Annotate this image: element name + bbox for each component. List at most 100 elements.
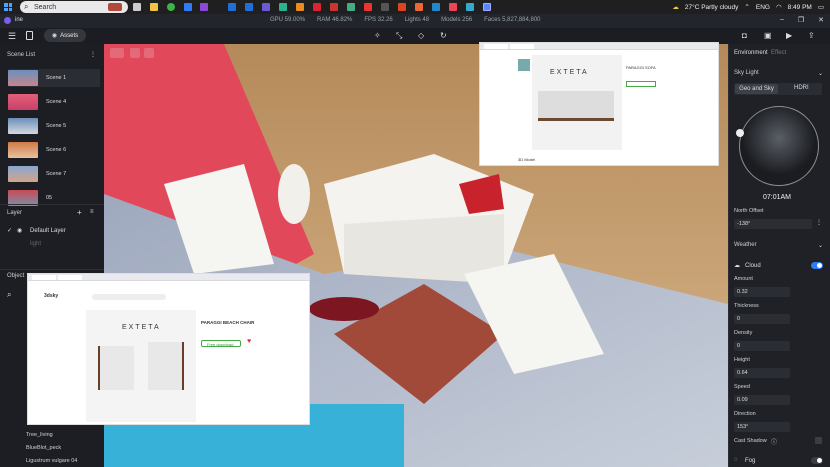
app6-icon[interactable] xyxy=(381,3,389,11)
close-icon[interactable]: ✕ xyxy=(818,16,824,24)
photoshop-icon[interactable] xyxy=(228,3,236,11)
object-item[interactable]: BlueBlot_peck xyxy=(26,445,61,451)
tab-environment[interactable]: Environment xyxy=(734,50,768,56)
site-logo[interactable]: 3dsky xyxy=(44,293,58,299)
browser-tab[interactable] xyxy=(32,274,56,280)
browser-tab[interactable] xyxy=(58,274,82,280)
video-icon[interactable]: ▶ xyxy=(786,31,792,40)
sun-handle-icon[interactable] xyxy=(736,129,744,137)
eye-icon[interactable]: ◉ xyxy=(17,227,22,234)
geo-sky-option[interactable]: Geo and Sky xyxy=(735,84,778,94)
chevron-down-icon[interactable]: ⌄ xyxy=(818,70,823,77)
default-layer[interactable]: Default Layer xyxy=(30,228,66,234)
geo-sky-toggle[interactable]: Geo and Sky HDRI xyxy=(734,83,822,95)
browser-tab[interactable] xyxy=(510,43,534,49)
app8-icon[interactable] xyxy=(415,3,423,11)
app9-icon[interactable] xyxy=(432,3,440,11)
after-effects-icon[interactable] xyxy=(262,3,270,11)
tab-effect[interactable]: Effect xyxy=(771,50,786,56)
sun-dial[interactable] xyxy=(736,106,819,186)
lang-indicator[interactable]: ENG xyxy=(756,4,770,11)
thickness-field[interactable]: 0 xyxy=(734,314,790,324)
speed-field[interactable]: 0.09 xyxy=(734,395,790,405)
illustrator-icon[interactable] xyxy=(296,3,304,11)
cast-shadow-checkbox[interactable] xyxy=(815,437,822,444)
scene-item[interactable]: Scene 5 xyxy=(8,117,100,135)
model-tab[interactable]: 3D Model xyxy=(518,157,535,162)
taskbar-search-input[interactable]: ⌕ Search xyxy=(20,1,128,13)
scene-item[interactable]: Scene 1 xyxy=(8,69,100,87)
edit-icon[interactable]: ◇ xyxy=(418,31,424,40)
app12-icon[interactable] xyxy=(483,3,491,11)
density-field[interactable]: 0 xyxy=(734,341,790,351)
assets-button[interactable]: ◉ Assets xyxy=(44,29,86,42)
screenshot-icon[interactable]: ▣ xyxy=(764,31,772,40)
divider xyxy=(0,204,104,205)
help-icon[interactable]: ⓘ xyxy=(771,437,777,446)
file-icon[interactable] xyxy=(26,31,33,40)
chrome-icon[interactable] xyxy=(167,3,175,11)
direction-field[interactable]: 153° xyxy=(734,422,790,432)
cloud-toggle[interactable] xyxy=(811,262,823,269)
app7-icon[interactable] xyxy=(398,3,406,11)
add-layer-icon[interactable]: + xyxy=(77,208,82,217)
taskview-icon[interactable] xyxy=(133,3,141,11)
hdri-option[interactable]: HDRI xyxy=(794,85,809,91)
stat-lights: Lights 48 xyxy=(404,17,430,23)
notification-icon[interactable]: ▭ xyxy=(818,3,824,11)
browser-tab[interactable] xyxy=(484,43,508,49)
weather-text: 27°C Partly cloudy xyxy=(684,3,739,11)
wifi-icon[interactable]: ◠ xyxy=(776,3,782,11)
object-item[interactable]: Ligustrum vulgare 04 xyxy=(26,458,77,464)
camera-icon[interactable]: ◘ xyxy=(742,31,747,40)
scene-item[interactable]: Scene 7 xyxy=(8,165,100,183)
export-icon[interactable]: ⇪ xyxy=(808,31,815,40)
layer-menu-icon[interactable]: ≡ xyxy=(90,209,94,215)
height-field[interactable]: 0.64 xyxy=(734,368,790,378)
north-offset-field[interactable]: -138° xyxy=(734,219,812,229)
stat-ram: RAM 46.82% xyxy=(317,17,353,23)
object-search-icon[interactable]: ⌕ xyxy=(7,290,11,300)
product-thumbnail[interactable] xyxy=(518,59,530,71)
audition-icon[interactable] xyxy=(279,3,287,11)
app5-icon[interactable] xyxy=(364,3,372,11)
fog-toggle[interactable] xyxy=(811,457,823,464)
viewport-tool-button[interactable] xyxy=(110,48,124,58)
app10-icon[interactable] xyxy=(449,3,457,11)
browser-window-bottom[interactable]: 3dsky EXTETA PARAGGI BEACH CHAIR Free do… xyxy=(27,273,310,425)
layer-sub[interactable]: light xyxy=(30,241,41,247)
heart-icon[interactable]: ♥ xyxy=(247,338,251,345)
object-item[interactable]: Tree_living xyxy=(26,432,53,438)
windows-start-icon[interactable] xyxy=(4,3,12,11)
download-button[interactable] xyxy=(626,81,656,87)
free-download-button[interactable]: Free download xyxy=(201,340,241,347)
app3-icon[interactable] xyxy=(330,3,338,11)
browser-window-top[interactable]: EXTETA PARAGGI SOFA 3D Model xyxy=(479,42,719,166)
app2-icon[interactable] xyxy=(313,3,321,11)
scene-list-menu-icon[interactable]: ⋮ xyxy=(90,51,96,58)
scene-item[interactable]: Scene 4 xyxy=(8,93,100,111)
more-icon[interactable]: ⋮ xyxy=(816,219,822,226)
site-search-input[interactable] xyxy=(92,294,166,300)
viewport-tool-button[interactable] xyxy=(130,48,140,58)
clock[interactable]: 8:49 PM xyxy=(788,4,812,11)
explorer-icon[interactable] xyxy=(150,3,158,11)
amount-field[interactable]: 0.32 xyxy=(734,287,790,297)
minimize-icon[interactable]: – xyxy=(780,16,784,24)
check-icon[interactable]: ✓ xyxy=(7,227,12,234)
restore-icon[interactable]: ❐ xyxy=(798,16,804,24)
bulb-icon[interactable]: ✧ xyxy=(374,31,381,40)
menu-icon[interactable]: ☰ xyxy=(8,31,16,42)
app11-icon[interactable] xyxy=(466,3,474,11)
premiere-icon[interactable] xyxy=(200,3,208,11)
chevron-up-icon[interactable]: ⌃ xyxy=(744,3,749,11)
viewport-tool-button[interactable] xyxy=(144,48,154,58)
lightroom-icon[interactable] xyxy=(245,3,253,11)
amount-label: Amount xyxy=(734,276,753,282)
app-icon[interactable] xyxy=(184,3,192,11)
scene-item[interactable]: Scene 6 xyxy=(8,141,100,159)
chevron-down-icon[interactable]: ⌄ xyxy=(818,242,823,249)
transform-icon[interactable]: ⤡ xyxy=(396,31,402,41)
app4-icon[interactable] xyxy=(347,3,355,11)
rotate-icon[interactable]: ↻ xyxy=(440,31,447,40)
